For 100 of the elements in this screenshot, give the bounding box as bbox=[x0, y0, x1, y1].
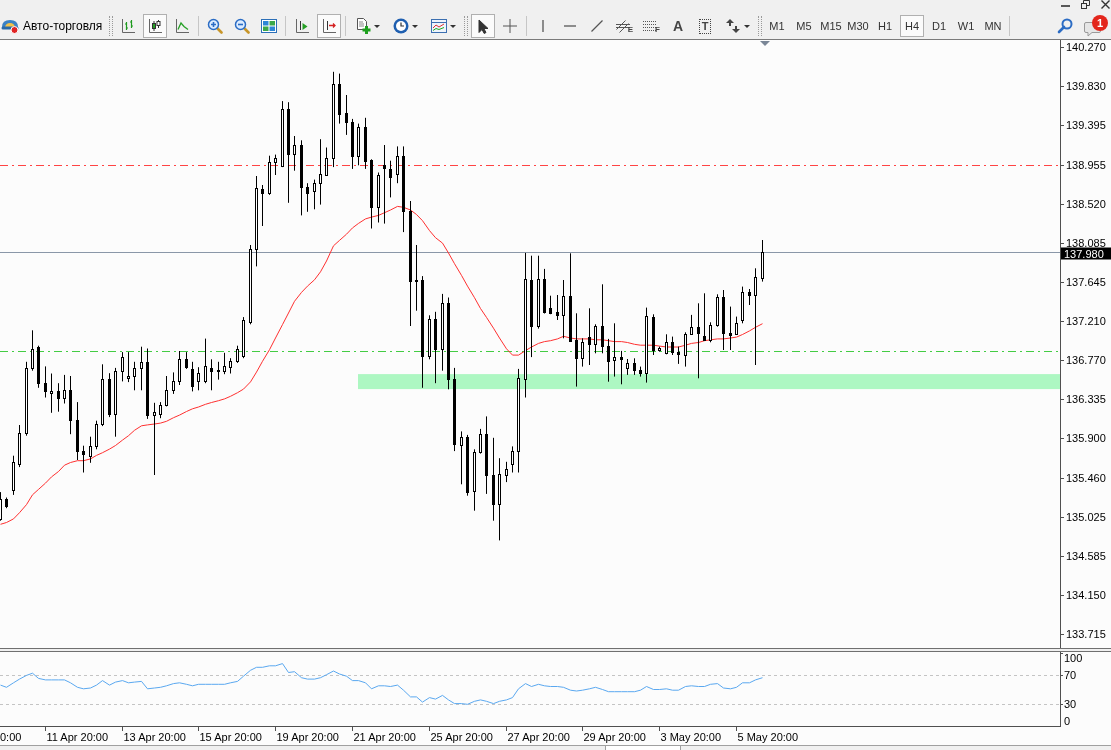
candle bbox=[44, 365, 47, 398]
timeframe-tab[interactable]: W1 bbox=[954, 15, 978, 37]
candle bbox=[639, 366, 642, 378]
price-axis-label: 138.085 bbox=[1066, 236, 1106, 249]
candle bbox=[31, 329, 34, 372]
candle bbox=[594, 323, 597, 354]
candle bbox=[133, 361, 136, 391]
price-axis-label: 140.270 bbox=[1066, 40, 1106, 53]
candle bbox=[389, 160, 392, 198]
price-axis-label: 135.900 bbox=[1066, 431, 1106, 444]
document-plus-icon bbox=[355, 18, 371, 34]
candle bbox=[415, 244, 418, 312]
restore-icon[interactable] bbox=[1081, 0, 1090, 9]
candle bbox=[549, 295, 552, 315]
fibonacci-button[interactable]: F bbox=[639, 14, 663, 38]
candle bbox=[370, 158, 373, 229]
time-axis-label: 25 Apr 20:00 bbox=[430, 731, 493, 743]
timeframe-tab[interactable]: M5 bbox=[792, 15, 816, 37]
rsi-axis-label: 0 bbox=[1064, 715, 1071, 727]
candle bbox=[197, 366, 200, 391]
price-axis-label: 136.770 bbox=[1066, 353, 1106, 366]
candle bbox=[223, 352, 226, 375]
candle bbox=[428, 314, 431, 360]
candle bbox=[703, 292, 706, 342]
candle bbox=[556, 294, 559, 321]
candle bbox=[293, 135, 296, 172]
text-label-button[interactable]: T bbox=[693, 14, 717, 38]
text-button[interactable]: A bbox=[666, 14, 690, 38]
time-axis-label: 19 Apr 20:00 bbox=[276, 731, 339, 743]
price-axis-label: 138.955 bbox=[1066, 158, 1106, 171]
candle bbox=[89, 436, 92, 464]
timeframe-tab[interactable]: MN bbox=[981, 15, 1005, 37]
autoscroll-button[interactable] bbox=[317, 14, 341, 38]
candle bbox=[581, 337, 584, 368]
candle bbox=[108, 372, 111, 418]
candle bbox=[210, 358, 213, 391]
candle bbox=[473, 448, 476, 512]
candle bbox=[63, 374, 66, 404]
price-axis-label: 135.460 bbox=[1066, 471, 1106, 484]
timeframe-tab[interactable]: D1 bbox=[927, 15, 951, 37]
candle bbox=[716, 293, 719, 328]
candle bbox=[185, 351, 188, 370]
clock-icon bbox=[393, 18, 409, 34]
time-axis-label: 11 Apr 20:00 bbox=[46, 731, 109, 743]
timeframe-tab[interactable]: M15 bbox=[819, 15, 843, 37]
cursor-button[interactable] bbox=[471, 14, 495, 38]
candle bbox=[319, 138, 322, 206]
candle bbox=[351, 118, 354, 170]
candle bbox=[57, 382, 60, 413]
current-price-label: 137.980 bbox=[1061, 247, 1111, 260]
time-axis-label: 0:00 bbox=[0, 731, 22, 743]
timeframe-tab[interactable]: M30 bbox=[846, 15, 870, 37]
vertical-line-icon bbox=[542, 20, 544, 32]
ref-line-label: 137.980 bbox=[1064, 247, 1104, 260]
candle bbox=[313, 179, 316, 210]
candle bbox=[690, 314, 693, 336]
candle bbox=[562, 279, 565, 339]
candle bbox=[729, 306, 732, 351]
chart-tab[interactable] bbox=[605, 746, 681, 750]
close-icon[interactable] bbox=[1101, 0, 1110, 9]
axes-arrow-icon bbox=[321, 18, 337, 34]
arrows-icon bbox=[725, 18, 741, 34]
rsi-axis-label: 30 bbox=[1064, 698, 1077, 711]
toolbar-grip bbox=[464, 16, 468, 36]
candle bbox=[543, 268, 546, 314]
candle bbox=[236, 345, 239, 364]
candle bbox=[633, 357, 636, 376]
candlestick-icon bbox=[147, 18, 163, 34]
cap-stop-icon bbox=[1, 18, 19, 34]
timeframe-tab[interactable]: M1 bbox=[765, 15, 789, 37]
candle bbox=[165, 375, 168, 407]
price-axis-label: 139.830 bbox=[1066, 79, 1106, 92]
timeframe-tab[interactable]: H4 bbox=[900, 15, 924, 37]
candle bbox=[101, 363, 104, 427]
candle bbox=[12, 455, 15, 496]
channel-button[interactable]: E bbox=[612, 14, 636, 38]
candle bbox=[18, 424, 21, 468]
candle bbox=[677, 346, 680, 365]
grid-icon bbox=[261, 19, 277, 33]
candle bbox=[588, 307, 591, 366]
candle bbox=[460, 430, 463, 485]
price-axis-label: 137.645 bbox=[1066, 275, 1106, 288]
rsi-axis-label: 70 bbox=[1064, 668, 1077, 681]
candle bbox=[50, 373, 53, 414]
zoom-in-icon bbox=[207, 18, 223, 34]
candle bbox=[274, 154, 277, 176]
notification-badge: 1 bbox=[1092, 15, 1108, 31]
candle bbox=[114, 367, 117, 438]
candle bbox=[146, 348, 149, 420]
rsi-axis-label: 100 bbox=[1064, 652, 1083, 664]
candle bbox=[159, 401, 162, 419]
price-axis-label: 139.395 bbox=[1066, 118, 1106, 131]
candle bbox=[684, 331, 687, 368]
timeframe-tab[interactable]: H1 bbox=[873, 15, 897, 37]
auto-trading-button[interactable]: Авто-торговля bbox=[0, 14, 106, 38]
search-icon[interactable] bbox=[1057, 18, 1073, 34]
diagonal-line-icon bbox=[591, 20, 603, 32]
candle bbox=[306, 182, 309, 213]
candle bbox=[722, 289, 725, 351]
candlestick-button[interactable] bbox=[143, 14, 167, 38]
